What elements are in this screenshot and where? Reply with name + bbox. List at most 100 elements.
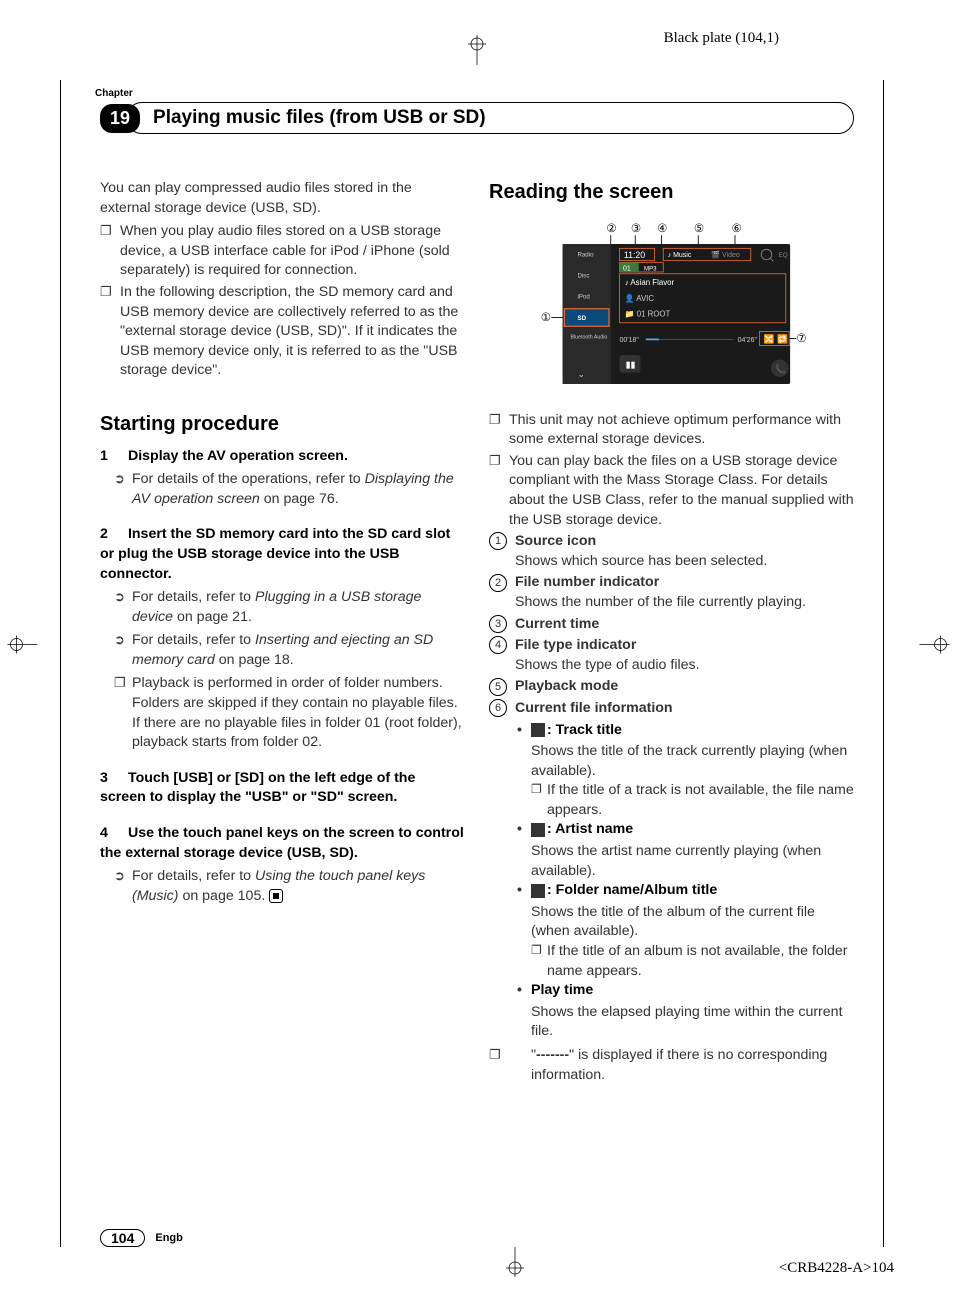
step-title: Use the touch panel keys on the screen t… (100, 825, 464, 861)
item-desc: Shows the title of the album of the curr… (489, 903, 854, 942)
svg-text:Bluetooth Audio: Bluetooth Audio (570, 334, 607, 340)
dashes: ------- (536, 1047, 569, 1063)
file-info-track: : Track title (489, 721, 854, 741)
step-sub: For details of the operations, refer to … (100, 470, 465, 509)
manual-page: Black plate (104,1) Chapter 19 Playing m… (0, 0, 954, 1307)
item-desc: Shows the artist name currently playing … (489, 842, 854, 881)
callout-desc: Shows the number of the file currently p… (489, 593, 854, 613)
callout-item: 1 Source icon Shows which source has bee… (489, 532, 854, 571)
chapter-header: 19 Playing music files (from USB or SD) (100, 102, 854, 134)
callout-label: Current time (515, 616, 599, 632)
step-1: 1 Display the AV operation screen. (100, 447, 465, 467)
text: on page 21. (173, 609, 252, 625)
callout-item: 4 File type indicator Shows the type of … (489, 636, 854, 675)
circled-number-icon: 3 (489, 615, 507, 633)
callout-label: Current file information (515, 700, 673, 716)
callout-label: Playback mode (515, 678, 618, 694)
bullet-item: You can play back the files on a USB sto… (489, 452, 854, 530)
left-column: You can play compressed audio files stor… (100, 179, 465, 1087)
step-number: 4 (100, 824, 124, 844)
crop-mark-icon (8, 630, 43, 660)
text: on page 18. (215, 652, 294, 668)
callout-6: ⑥ (731, 222, 741, 234)
step-4: 4 Use the touch panel keys on the screen… (100, 824, 465, 863)
bullet-item: This unit may not achieve optimum perfor… (489, 411, 854, 450)
crop-mark-icon (915, 630, 950, 660)
item-label: Play time (531, 982, 593, 998)
step-number: 2 (100, 525, 124, 545)
trim-line (883, 80, 884, 1247)
step-sub: For details, refer to Plugging in a USB … (100, 588, 465, 627)
svg-text:04'26": 04'26" (737, 337, 757, 344)
callout-item: 2 File number indicator Shows the number… (489, 573, 854, 612)
svg-text:11:20: 11:20 (623, 250, 644, 260)
svg-text:⌄: ⌄ (577, 369, 584, 379)
item-label: : Track title (547, 722, 622, 738)
svg-text:SD: SD (577, 315, 586, 322)
callout-label: File type indicator (515, 637, 636, 653)
circled-number-icon: 1 (489, 532, 507, 550)
callout-desc: Shows the type of audio files. (489, 656, 854, 676)
step-2: 2 Insert the SD memory card into the SD … (100, 525, 465, 584)
circled-number-icon: 4 (489, 636, 507, 654)
item-label: : Artist name (547, 821, 633, 837)
step-title: Insert the SD memory card into the SD ca… (100, 526, 450, 581)
right-column: Reading the screen ② ③ ④ ⑤ ⑥ (489, 179, 854, 1087)
svg-text:EQ: EQ (778, 252, 787, 259)
step-sub: For details, refer to Inserting and ejec… (100, 631, 465, 670)
callout-item: 6 Current file information (489, 699, 854, 719)
trim-line (60, 80, 61, 1247)
callout-4: ④ (657, 222, 667, 234)
text: For details of the operations, refer to (132, 471, 365, 487)
callout-label: File number indicator (515, 574, 659, 590)
screen-diagram: ② ③ ④ ⑤ ⑥ Radio (532, 217, 812, 397)
text: on page 76. (260, 491, 339, 507)
item-subnote: If the title of an album is not availabl… (489, 942, 854, 981)
section-heading: Reading the screen (489, 179, 854, 207)
file-info-artist: : Artist name (489, 820, 854, 840)
item-desc: Shows the elapsed playing time within th… (489, 1003, 854, 1042)
file-info-playtime: Play time (489, 981, 854, 1001)
svg-text:♪ Asian Flavor: ♪ Asian Flavor (624, 278, 674, 287)
svg-text:01: 01 (623, 265, 631, 272)
callout-2: ② (606, 222, 616, 234)
file-info-folder: : Folder name/Album title (489, 881, 854, 901)
note-icon (531, 723, 545, 737)
text: on page 105. (179, 888, 266, 904)
svg-text:👤 AVIC: 👤 AVIC (624, 292, 654, 302)
svg-text:📁 01 ROOT: 📁 01 ROOT (624, 309, 670, 318)
bullet-item: In the following description, the SD mem… (100, 283, 465, 381)
svg-text:🔁: 🔁 (777, 334, 788, 344)
footer-code: <CRB4228-A>104 (779, 1260, 894, 1277)
svg-text:00'18": 00'18" (619, 337, 639, 344)
svg-text:Radio: Radio (577, 251, 594, 258)
chapter-title: Playing music files (from USB or SD) (153, 107, 486, 128)
step-sub: For details, refer to Using the touch pa… (100, 867, 465, 906)
step-title: Display the AV operation screen. (128, 448, 348, 464)
step-3: 3 Touch [USB] or [SD] on the left edge o… (100, 769, 465, 808)
circled-number-icon: 2 (489, 574, 507, 592)
plate-label: Black plate (104,1) (664, 30, 779, 47)
svg-text:🎬 Video: 🎬 Video (711, 250, 740, 259)
person-icon (531, 823, 545, 837)
item-desc: Shows the title of the track currently p… (489, 742, 854, 781)
callout-1: ① (540, 312, 550, 324)
chapter-label: Chapter (95, 88, 854, 99)
svg-text:Disc: Disc (577, 272, 589, 279)
section-heading: Starting procedure (100, 411, 465, 439)
text: For details, refer to (132, 589, 255, 605)
step-number: 1 (100, 447, 124, 467)
text: " is displayed if there is no correspond… (531, 1047, 827, 1083)
callout-desc: Shows which source has been selected. (489, 552, 854, 572)
chapter-number-badge: 19 (100, 104, 140, 133)
circled-number-icon: 5 (489, 678, 507, 696)
svg-text:▮▮: ▮▮ (625, 359, 635, 369)
intro-text: You can play compressed audio files stor… (100, 179, 465, 218)
svg-text:🔀: 🔀 (763, 334, 774, 344)
svg-text:MP3: MP3 (644, 265, 657, 272)
crop-mark-icon (500, 1247, 530, 1282)
page-footer: 104 Engb (100, 1229, 183, 1247)
bullet-item: When you play audio files stored on a US… (100, 222, 465, 281)
chapter-title-box: Playing music files (from USB or SD) (126, 102, 854, 134)
callout-item: 5 Playback mode (489, 677, 854, 697)
